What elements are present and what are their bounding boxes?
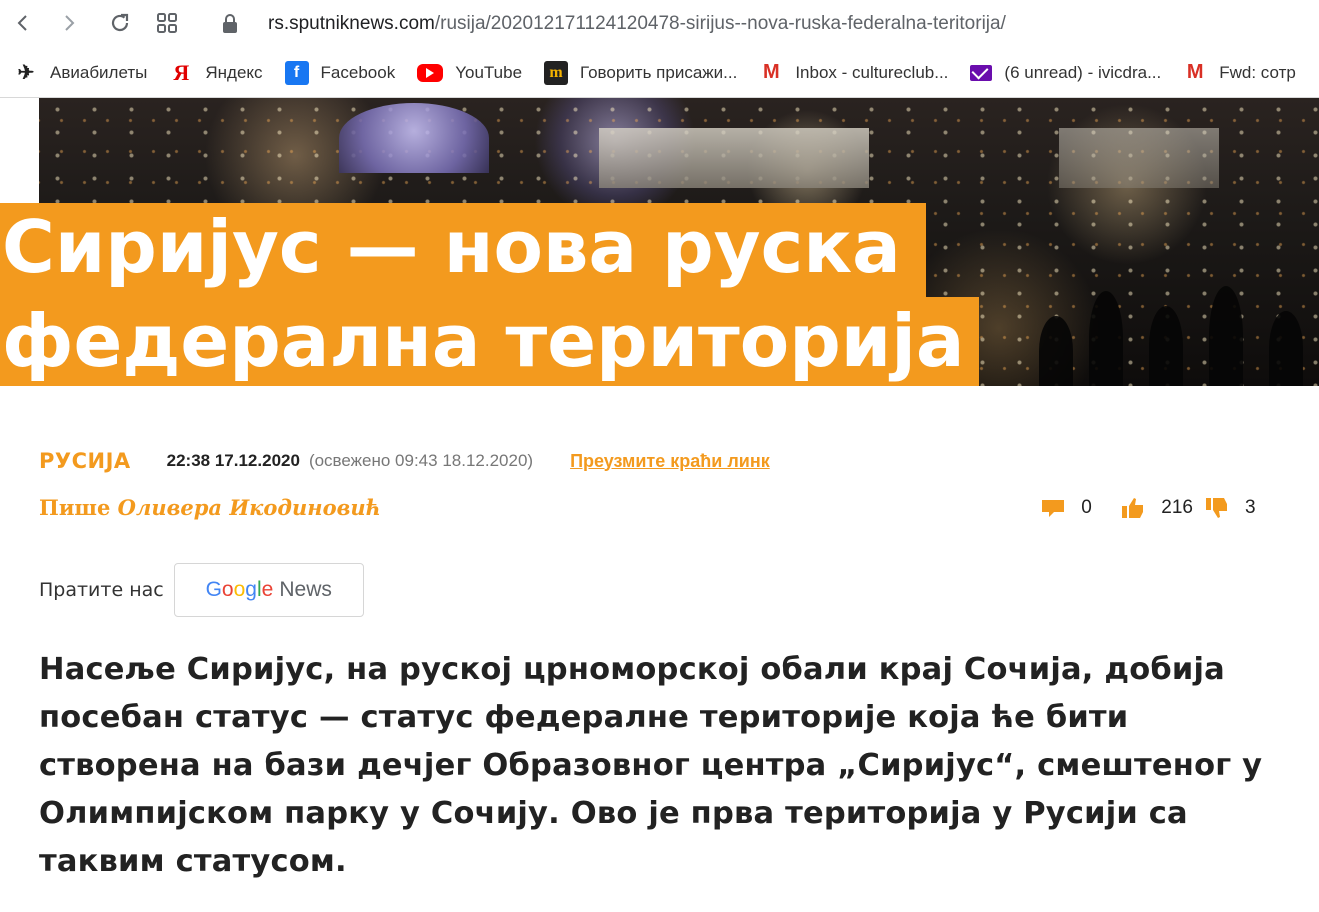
updated-date: (освежено 09:43 18.12.2020) [308,451,534,470]
apps-grid-icon [157,13,177,33]
author-row: Пише Оливера Икодиновић 0 216 3 [39,491,1279,525]
google-letter: o [221,578,234,601]
bookmark-aviabilety[interactable]: ✈ Авиабилеты [14,61,148,85]
bookmark-unread[interactable]: (6 unread) - ivicdra... [970,63,1161,83]
google-letter: e [261,578,274,601]
lock-icon [223,14,237,33]
article-title-line-2: федерална територија [0,297,979,386]
gmail-icon: M [762,61,780,83]
thumbs-up-icon [1122,498,1144,518]
palm-tree [1209,286,1243,386]
article-lead: Насеље Сиријус, на руској црноморској об… [39,652,1263,879]
google-news-button[interactable]: Go o g l e News [173,563,364,617]
comments-count: 0 [1081,497,1092,518]
bookmark-facebook[interactable]: f Facebook [284,60,396,85]
bookmark-label: Fwd: сотр [1219,62,1296,82]
article-meta: РУСИЈА 22:38 17.12.2020 (освежено 09:43 … [39,446,1299,476]
dislikes-count: 3 [1245,497,1256,518]
google-news-label: News [279,578,332,601]
follow-label: Пратите нас [39,579,164,601]
reload-button[interactable] [103,6,137,40]
palm-tree [1039,316,1073,386]
building [599,128,869,188]
m-icon: m [544,60,569,85]
apps-button[interactable] [150,6,184,40]
bookmark-youtube[interactable]: YouTube [417,63,522,83]
author-byline: Пише Оливера Икодиновић [39,495,381,520]
thumbs-down-icon [1206,498,1227,518]
airplane-icon: ✈ [17,62,35,84]
like-button[interactable]: 216 [1121,497,1193,519]
author-name[interactable]: Оливера Икодиновић [118,495,381,520]
bookmark-fwd[interactable]: M Fwd: сотр [1183,61,1296,85]
mail-icon [970,64,993,81]
address-bar[interactable]: rs.sputniknews.com/rusija/20201217112412… [222,9,1006,39]
google-letter: G [205,578,222,601]
dome-building [339,103,489,173]
url-host: rs.sputniknews.com [268,13,435,34]
bookmark-govorit[interactable]: m Говорить присажи... [544,60,738,85]
dislike-button[interactable]: 3 [1205,497,1263,519]
building [1059,128,1219,188]
url-path: /rusija/202012171124120478-sirijus--nova… [434,13,1006,34]
forward-button[interactable] [52,6,86,40]
bookmark-label: YouTube [455,62,523,82]
follow-section: Пратите нас Go o g l e News [39,563,364,617]
publish-date: 22:38 17.12.2020 [166,451,300,470]
category-link[interactable]: РУСИЈА [39,449,131,473]
palm-tree [1089,291,1123,386]
forward-arrow-icon [65,15,75,31]
google-letter: g [245,578,257,601]
reload-icon [111,13,129,32]
likes-count: 216 [1161,497,1193,518]
bookmark-label: Facebook [320,62,396,82]
palm-tree [1269,311,1303,386]
back-button[interactable] [6,6,40,40]
bookmark-label: Яндекс [205,62,263,82]
back-arrow-icon [17,15,27,31]
article-title-line-1: Сиријус — нова руска [0,203,926,297]
browser-toolbar: rs.sputniknews.com/rusija/20201217112412… [0,0,1319,48]
comment-icon [1042,500,1065,517]
bookmark-label: Inbox - cultureclub... [795,62,949,82]
comments-button[interactable]: 0 [1041,497,1099,519]
short-link[interactable]: Преузмите краћи линк [570,451,770,472]
bookmark-inbox[interactable]: M Inbox - cultureclub... [759,61,948,85]
palm-tree [1149,306,1183,386]
google-letter: o [233,578,246,601]
bookmark-label: (6 unread) - ivicdra... [1004,62,1162,82]
youtube-icon [417,63,444,82]
bookmark-yandex[interactable]: Я Яндекс [169,59,263,85]
bookmarks-bar: ✈ Авиабилеты Я Яндекс f Facebook YouTube mГ… [0,48,1319,98]
bookmark-label: Говорить присажи... [580,62,738,82]
bookmark-label: Авиабилеты [50,62,148,82]
reactions: 0 216 3 [1029,491,1263,525]
author-prefix: Пише [39,495,111,520]
gmail-icon: M [1186,61,1204,83]
facebook-icon: f [284,60,309,85]
yandex-icon: Я [173,59,190,85]
